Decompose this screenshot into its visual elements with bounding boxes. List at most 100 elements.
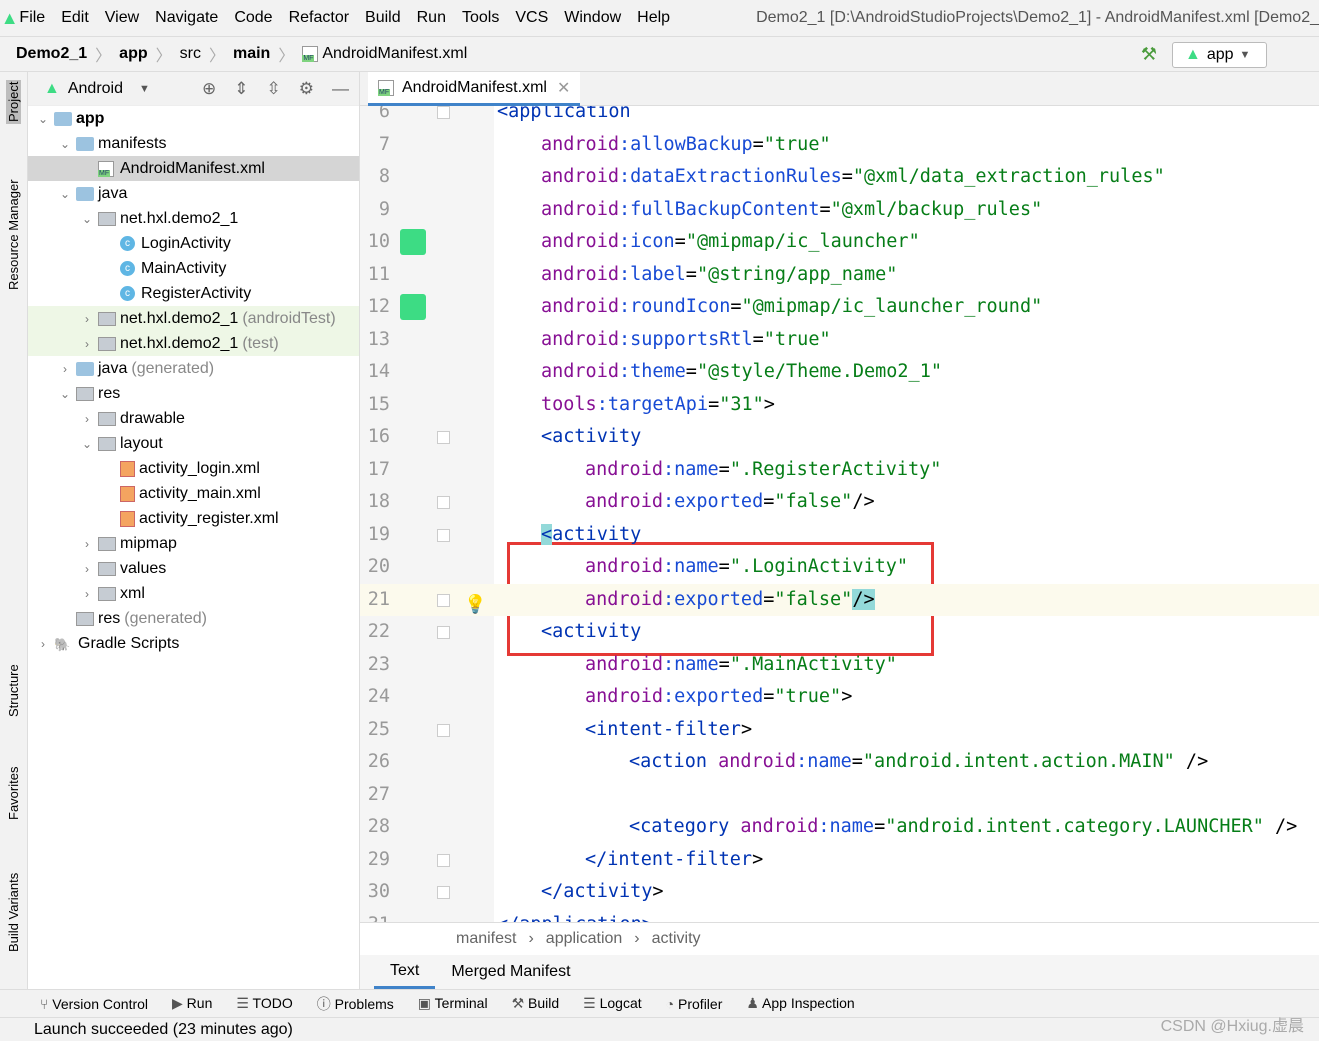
menu-vcs[interactable]: VCS [515,9,548,27]
tree-item[interactable]: activity_main.xml [28,481,359,506]
code-line[interactable]: 19 <activity [360,519,1319,552]
fold-marker-icon[interactable] [437,593,450,607]
code-line[interactable]: 8 android:dataExtractionRules="@xml/data_… [360,161,1319,194]
chevron-down-icon[interactable]: ⌄ [56,387,74,401]
chevron-down-icon[interactable]: ⌄ [56,187,74,201]
fold-marker-icon[interactable] [437,496,450,509]
xml-crumb-activity[interactable]: activity [652,930,701,948]
side-tab-project[interactable]: Project [6,79,21,124]
menu-window[interactable]: Window [564,9,621,27]
tree-item[interactable]: › 🐘 Gradle Scripts [28,631,359,656]
crumb-file[interactable]: AndroidManifest.xml [322,45,467,63]
chevron-down-icon[interactable]: ⌄ [34,112,52,126]
menu-refactor[interactable]: Refactor [289,9,349,27]
chevron-right-icon[interactable]: › [78,562,96,576]
tool-todo[interactable]: ☰ TODO [236,995,292,1012]
tool-version-control[interactable]: ⑂ Version Control [40,996,148,1012]
tree-item[interactable]: › xml [28,581,359,606]
code-area[interactable]: 6 <application 7 android:allowBackup="true"… [360,106,1319,922]
code-line[interactable]: 9 android:fullBackupContent="@xml/backup_… [360,194,1319,227]
fold-marker-icon[interactable] [437,528,450,542]
code-line[interactable]: 14 android:theme="@style/Theme.Demo2_1" [360,356,1319,389]
code-line[interactable]: 15 tools:targetApi="31"> [360,389,1319,422]
tool-profiler[interactable]: ◔ Profiler [666,996,723,1012]
fold-marker-icon[interactable] [437,431,450,444]
fold-marker-icon[interactable] [437,723,450,737]
tool-problems[interactable]: ⓘ Problems [317,994,394,1014]
code-line[interactable]: 31 </application> [360,909,1319,923]
crumb-main[interactable]: main [233,45,270,63]
menu-run[interactable]: Run [417,9,446,27]
chevron-right-icon[interactable]: › [78,412,96,426]
tab-merged-manifest[interactable]: Merged Manifest [435,955,586,989]
tool-build[interactable]: ⚒ Build [512,995,560,1012]
chevron-right-icon[interactable]: › [78,587,96,601]
code-line[interactable]: 12 android:roundIcon="@mipmap/ic_launcher… [360,291,1319,324]
tree-item[interactable]: › java (generated) [28,356,359,381]
code-line[interactable]: 6 <application [360,106,1319,129]
side-tab-favorites[interactable]: Favorites [6,767,21,820]
gear-icon[interactable]: ⚙ [299,79,314,99]
chevron-right-icon[interactable]: › [56,362,74,376]
menu-edit[interactable]: Edit [61,9,89,27]
tool-run[interactable]: ▶ Run [172,995,212,1012]
menu-code[interactable]: Code [234,9,272,27]
code-line[interactable]: 25 <intent-filter> [360,714,1319,747]
crumb-app[interactable]: app [119,45,147,63]
tree-item[interactable]: › mipmap [28,531,359,556]
chevron-right-icon[interactable]: › [78,337,96,351]
code-line[interactable]: 29 </intent-filter> [360,844,1319,877]
close-icon[interactable]: ✕ [557,78,570,98]
menu-file[interactable]: File [19,9,45,27]
chevron-down-icon[interactable]: ⌄ [78,437,96,451]
code-line[interactable]: 17 android:name=".RegisterActivity" [360,454,1319,487]
project-view-select[interactable]: Android [68,80,123,98]
tool-logcat[interactable]: ☰ Logcat [583,995,642,1012]
tree-item[interactable]: c MainActivity [28,256,359,281]
tree-item[interactable]: c LoginActivity [28,231,359,256]
code-line[interactable]: 24 android:exported="true"> [360,681,1319,714]
tree-item[interactable]: ⌄ java [28,181,359,206]
fold-marker-icon[interactable] [437,106,450,119]
tree-item[interactable]: › net.hxl.demo2_1 (test) [28,331,359,356]
tree-item[interactable]: ⌄ net.hxl.demo2_1 [28,206,359,231]
tree-item[interactable]: c RegisterActivity [28,281,359,306]
tree-item[interactable]: ⌄ res [28,381,359,406]
chevron-down-icon[interactable]: ⌄ [78,212,96,226]
code-line[interactable]: 30 </activity> [360,876,1319,909]
code-line[interactable]: 28 <category android:name="android.intent… [360,811,1319,844]
fold-marker-icon[interactable] [437,853,450,867]
code-line[interactable]: 26 <action android:name="android.intent.a… [360,746,1319,779]
menu-tools[interactable]: Tools [462,9,499,27]
tree-item[interactable]: › values [28,556,359,581]
menu-help[interactable]: Help [637,9,670,27]
tool-app-inspection[interactable]: ♟ App Inspection [746,995,854,1012]
code-line[interactable]: 16 <activity [360,421,1319,454]
chevron-right-icon[interactable]: › [78,312,96,326]
chevron-down-icon[interactable]: ⌄ [56,137,74,151]
tree-item[interactable]: res (generated) [28,606,359,631]
xml-crumb-application[interactable]: application [546,930,623,948]
code-line[interactable]: 20 android:name=".LoginActivity" [360,551,1319,584]
minimize-icon[interactable]: — [332,79,349,99]
tree-item[interactable]: ⌄ app [28,106,359,131]
code-line[interactable]: 27 [360,779,1319,812]
side-tab-resource-manager[interactable]: Resource Manager [6,179,21,290]
xml-crumb-manifest[interactable]: manifest [456,930,516,948]
code-line[interactable]: 21 💡 android:exported="false"/> [360,583,1319,616]
fold-marker-icon[interactable] [437,626,450,639]
tool-terminal[interactable]: ▣ Terminal [418,995,488,1012]
tree-item[interactable]: activity_register.xml [28,506,359,531]
tree-item[interactable]: ⌄ manifests [28,131,359,156]
run-config-select[interactable]: ▲ app ▼ [1172,42,1267,68]
side-tab-structure[interactable]: Structure [6,664,21,717]
tree-item[interactable]: › net.hxl.demo2_1 (androidTest) [28,306,359,331]
collapse-all-icon[interactable]: ⇳ [267,79,281,99]
chevron-right-icon[interactable]: › [34,637,52,651]
code-line[interactable]: 13 android:supportsRtl="true" [360,324,1319,357]
side-tab-build-variants[interactable]: Build Variants [6,873,21,952]
code-line[interactable]: 18 android:exported="false"/> [360,486,1319,519]
tab-text[interactable]: Text [374,955,436,989]
fold-marker-icon[interactable] [437,886,450,899]
menu-build[interactable]: Build [365,9,401,27]
